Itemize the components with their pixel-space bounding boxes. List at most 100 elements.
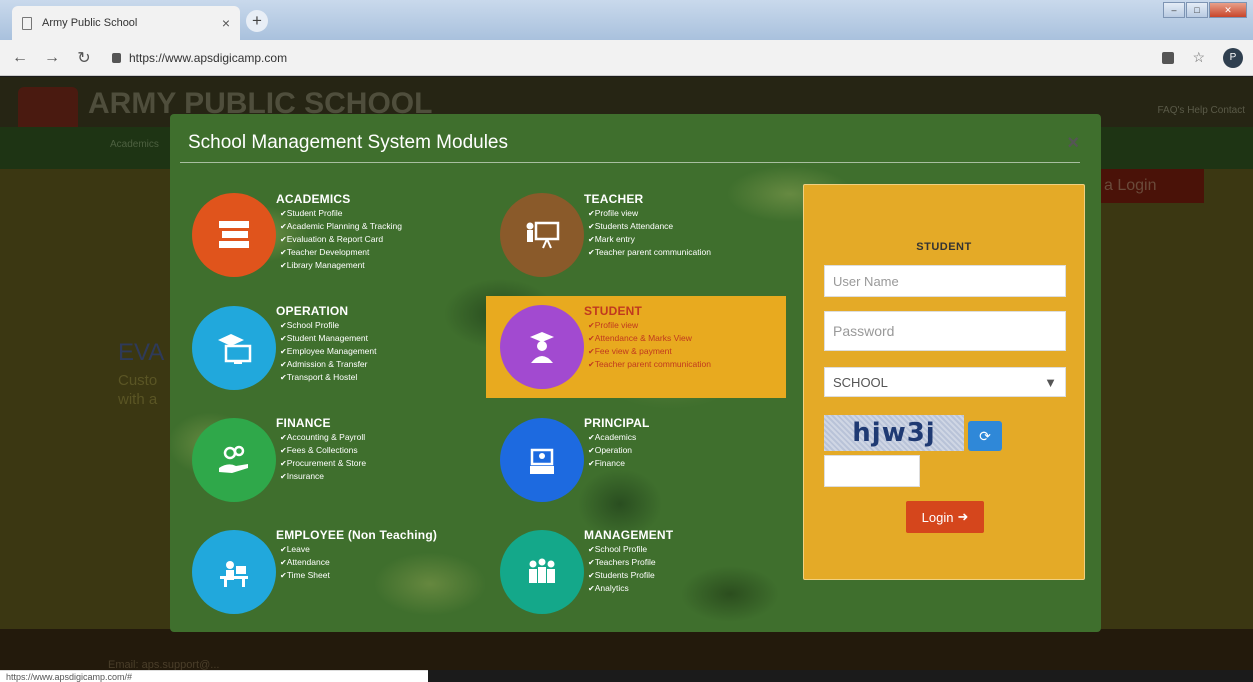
footer-text: Email: aps.support@... (108, 659, 220, 670)
list-item: Employee Management (280, 345, 377, 358)
maximize-button[interactable]: □ (1186, 2, 1208, 18)
site-login-button: a Login (1094, 169, 1204, 203)
module-features: Academics Operation Finance (588, 431, 637, 470)
list-item: Finance (588, 457, 636, 470)
password-input[interactable]: Password (824, 311, 1066, 351)
list-item: Student Management (280, 332, 376, 345)
url-text: https://www.apsdigicamp.com (129, 50, 288, 65)
hero-subtitle-line: with a (118, 391, 158, 408)
teacher-board-icon (500, 193, 584, 277)
module-finance[interactable]: FINANCE Accounting & Payroll Fees & Coll… (190, 414, 490, 514)
list-item: Fees & Collections (280, 444, 366, 457)
forward-icon[interactable]: → (42, 49, 62, 67)
list-item: Evaluation & Report Card (280, 233, 402, 246)
hero-title: EVA (118, 339, 165, 366)
module-features: Student Profile Academic Planning & Trac… (280, 207, 402, 272)
module-features: School Profile Student Management Employ… (280, 319, 377, 384)
module-title: MANAGEMENT (584, 528, 674, 542)
window-controls: – □ ✕ (1163, 2, 1247, 18)
list-item: Teachers Profile (588, 556, 656, 569)
module-principal[interactable]: PRINCIPAL Academics Operation Finance (486, 414, 786, 514)
profile-avatar[interactable]: P (1223, 47, 1243, 68)
list-item: Analytics (588, 582, 656, 595)
module-title: EMPLOYEE (Non Teaching) (276, 528, 438, 542)
modules-modal: School Management System Modules × ACADE… (170, 114, 1101, 632)
login-button[interactable]: Login ➜ (906, 501, 984, 533)
principal-icon (500, 418, 584, 502)
address-bar: ← → ↻ https://www.apsdigicamp.com ☆ P (0, 40, 1253, 76)
module-management[interactable]: MANAGEMENT School Profile Teachers Profi… (486, 526, 786, 626)
minimize-button[interactable]: – (1163, 2, 1185, 18)
list-item: Procurement & Store (280, 457, 366, 470)
browser-tab-bar: Army Public School × + – □ ✕ (0, 0, 1253, 40)
page-icon (22, 16, 32, 30)
school-select-value: SCHOOL (833, 374, 888, 390)
status-bar-url: https://www.apsdigicamp.com/# (0, 670, 428, 682)
url-field[interactable]: https://www.apsdigicamp.com (112, 51, 287, 65)
module-title: STUDENT (584, 304, 643, 318)
list-item: Admission & Transfer (280, 358, 376, 371)
module-features: School Profile Teachers Profile Students… (588, 543, 656, 595)
chevron-down-icon: ▼ (1044, 374, 1057, 390)
list-item: Attendance (280, 556, 330, 569)
employee-desk-icon (192, 530, 276, 614)
lock-icon (112, 52, 121, 63)
browser-tab[interactable]: Army Public School × (12, 6, 240, 40)
module-title: PRINCIPAL (584, 416, 650, 430)
username-input[interactable]: User Name (824, 265, 1066, 297)
school-select[interactable]: SCHOOL ▼ (824, 367, 1066, 397)
extension-icon[interactable] (1162, 51, 1175, 64)
modal-title: School Management System Modules (188, 132, 508, 153)
list-item: Teacher parent communication (588, 246, 711, 259)
module-features: Profile view Students Attendance Mark en… (588, 207, 711, 259)
module-features: Leave Attendance Time Sheet (280, 543, 330, 582)
list-item: Academics (588, 431, 637, 444)
module-operation[interactable]: OPERATION School Profile Student Managem… (190, 302, 490, 402)
hero-subtitle-line: Custo (118, 372, 158, 389)
tab-close-icon[interactable]: × (222, 15, 230, 31)
list-item: Academic Planning & Tracking (280, 220, 402, 233)
list-item: Mark entry (588, 233, 711, 246)
top-links: FAQ's Help Contact (1157, 105, 1246, 116)
login-button-label: Login (921, 509, 954, 525)
module-title: FINANCE (276, 416, 331, 430)
list-item: Teacher parent communication (588, 358, 711, 371)
reload-icon[interactable]: ↻ (74, 48, 94, 68)
list-item: Insurance (280, 470, 366, 483)
list-item: Teacher Development (280, 246, 402, 259)
list-item: School Profile (280, 319, 376, 332)
list-item: Profile view (588, 207, 711, 220)
new-tab-button[interactable]: + (246, 10, 268, 32)
graduation-monitor-icon (192, 306, 276, 390)
captcha-input[interactable] (824, 455, 920, 487)
list-item: Time Sheet (280, 569, 330, 582)
module-features: Profile view Attendance & Marks View Fee… (588, 319, 711, 371)
list-item: Students Profile (588, 569, 656, 582)
student-icon (500, 305, 584, 389)
coins-hand-icon (192, 418, 276, 502)
team-icon (500, 530, 584, 614)
module-student[interactable]: STUDENT Profile view Attendance & Marks … (486, 296, 786, 398)
menu-item-academics: Academics (110, 139, 159, 150)
module-title: TEACHER (584, 192, 644, 206)
list-item: School Profile (588, 543, 656, 556)
window-close-button[interactable]: ✕ (1209, 2, 1247, 18)
module-teacher[interactable]: TEACHER Profile view Students Attendance… (486, 190, 786, 290)
list-item: Profile view (588, 319, 711, 332)
list-item: Attendance & Marks View (588, 332, 711, 345)
login-panel: STUDENT User Name Password SCHOOL ▼ hjw3… (803, 184, 1085, 580)
list-item: Transport & Hostel (280, 371, 376, 384)
module-academics[interactable]: ACADEMICS Student Profile Academic Plann… (190, 190, 490, 290)
captcha-image: hjw3j (824, 415, 964, 451)
books-icon (192, 193, 276, 277)
module-employee[interactable]: EMPLOYEE (Non Teaching) Leave Attendance… (190, 526, 490, 626)
tab-title: Army Public School (42, 17, 138, 29)
bookmark-star-icon[interactable]: ☆ (1192, 49, 1205, 66)
refresh-captcha-icon[interactable]: ⟳ (968, 421, 1002, 451)
back-icon[interactable]: ← (10, 49, 30, 67)
login-title: STUDENT (916, 241, 972, 253)
list-item: Student Profile (280, 207, 402, 220)
divider (180, 162, 1080, 163)
modal-close-icon[interactable]: × (1067, 132, 1079, 155)
module-title: ACADEMICS (276, 192, 351, 206)
